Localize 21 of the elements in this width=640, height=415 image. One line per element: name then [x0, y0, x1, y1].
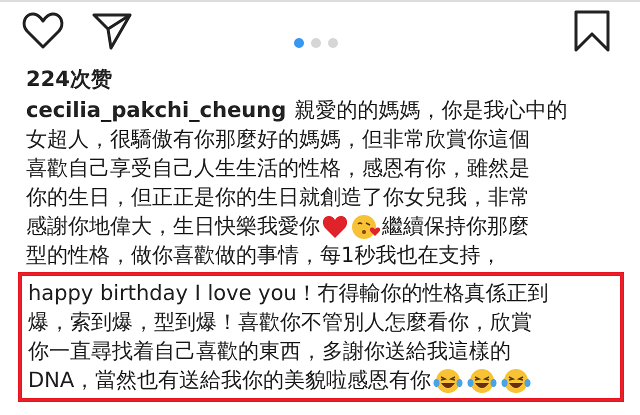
- caption-text: 繼續保持你那麼: [382, 213, 529, 240]
- like-count: 224次赞: [26, 66, 113, 93]
- bookmark-icon[interactable]: [574, 10, 610, 52]
- caption-text: 感謝你地偉大，生日快樂我愛你: [26, 213, 320, 240]
- username-link[interactable]: cecilia_pakchi_cheung: [26, 96, 286, 125]
- heart-emoji-icon: [322, 214, 348, 238]
- laughing-emoji-icon: [501, 368, 532, 394]
- laughing-emoji-icon: [433, 368, 464, 394]
- caption-text: DNA，當然也有送給我你的美貌啦感恩有你: [28, 367, 432, 394]
- caption-text: 型的性格，做你喜歡做的事情，每1秒我也在支持，: [26, 242, 502, 269]
- caption-text: 女超人，很驕傲有你那麼好的媽媽，但非常欣賞你這個: [26, 126, 530, 153]
- caption-text: 喜歡自己享受自己人生生活的性格，感恩有你，雖然是: [26, 155, 530, 182]
- caption-text: 你的生日，但正正是你的生日就創造了你女兒我，非常: [26, 184, 530, 211]
- kiss-emoji-icon: [352, 214, 380, 240]
- caption-text: 親愛的的媽媽，你是我心中的: [294, 97, 568, 124]
- caption-text: 爆，索到爆，型到爆！喜歡你不管別人怎麼看你，欣賞: [28, 309, 532, 336]
- caption-text: 你一直尋找着自己喜歡的東西，多謝你送給我這樣的: [28, 338, 511, 365]
- like-heart-icon[interactable]: [22, 12, 64, 50]
- caption-text: happy birthday I love you！冇得輸你的性格真係正到: [28, 280, 549, 307]
- laughing-emoji-icon: [467, 368, 498, 394]
- send-icon[interactable]: [92, 12, 132, 50]
